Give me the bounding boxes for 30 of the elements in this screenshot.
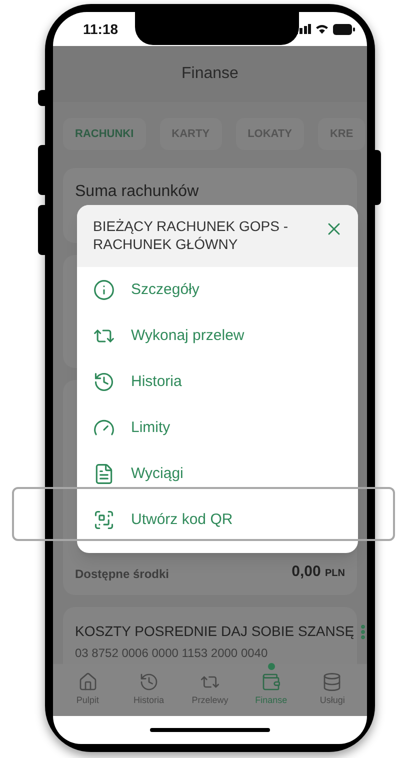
summary-title: Suma rachunków bbox=[75, 183, 199, 200]
qr-code-icon bbox=[93, 509, 115, 531]
available-funds-amount: 0,00 PLN bbox=[292, 562, 345, 582]
nav-item[interactable]: Finanse bbox=[243, 672, 300, 708]
nav-item[interactable]: Historia bbox=[120, 672, 177, 708]
document-icon bbox=[93, 463, 115, 485]
wifi-icon bbox=[315, 24, 329, 34]
history-icon bbox=[138, 672, 159, 692]
menu-item[interactable]: Utwórz kod QR bbox=[131, 508, 233, 532]
database-icon bbox=[322, 672, 342, 692]
header-title: Finanse bbox=[182, 64, 238, 84]
nav-item[interactable]: Przelewy bbox=[182, 672, 238, 708]
nav-item[interactable]: Usługi bbox=[304, 672, 360, 708]
wallet-icon bbox=[261, 672, 282, 692]
menu-item[interactable]: Wyciągi bbox=[131, 462, 184, 486]
account-name: KOSZTY POSREDNIE DAJ SOBIE SZANSĘ bbox=[75, 622, 354, 641]
dialog-title: BIEŻĄCY RACHUNEK GOPS - RACHUNEK GŁÓWNY bbox=[93, 217, 290, 253]
menu-item[interactable]: Wykonaj przelew bbox=[131, 324, 244, 348]
status-time: 11:18 bbox=[83, 20, 118, 38]
menu-item[interactable]: Historia bbox=[131, 370, 182, 394]
menu-item[interactable]: Limity bbox=[131, 416, 170, 440]
available-funds-label: Dostępne środki bbox=[75, 566, 170, 583]
menu-item[interactable]: Szczegóły bbox=[131, 278, 200, 302]
account-number: 03 8752 0006 0000 1153 2000 0040 bbox=[75, 645, 269, 662]
info-icon bbox=[93, 279, 115, 301]
account-tab[interactable]: RACHUNKI bbox=[63, 118, 146, 150]
history-icon bbox=[93, 371, 115, 393]
nav-item[interactable]: Pulpit bbox=[60, 672, 116, 708]
home-icon bbox=[78, 672, 98, 692]
battery-icon bbox=[333, 24, 355, 34]
